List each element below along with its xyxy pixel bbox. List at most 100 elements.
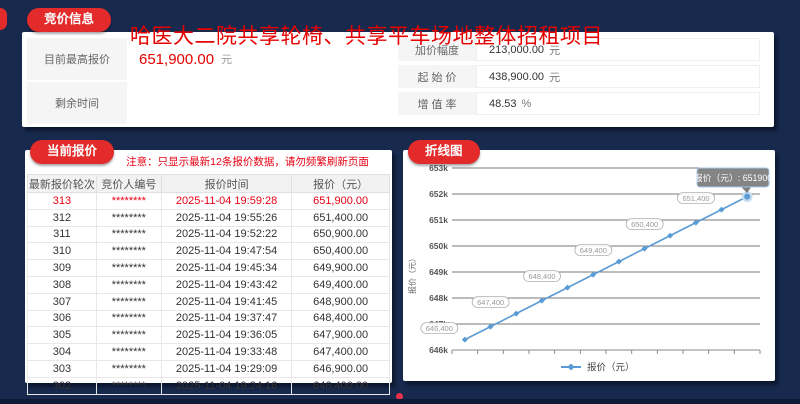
table-cell: ******** <box>96 276 161 293</box>
y-tick-label: 653k <box>429 163 448 173</box>
current-bids-panel: 当前报价 注意：只显示最新12条报价数据，请勿频繁刷新页面 最新报价轮次 竞价人… <box>25 150 392 383</box>
left-edge-accent <box>0 8 7 30</box>
table-cell: ******** <box>96 193 161 210</box>
table-cell: 651,400.00 <box>292 209 390 226</box>
table-cell: ******** <box>96 327 161 344</box>
bids-table: 最新报价轮次 竞价人编号 报价时间 报价（元） 313********2025-… <box>27 174 390 395</box>
table-cell: 308 <box>28 276 97 293</box>
table-row: 303********2025-11-04 19:29:09646,900.00 <box>28 360 390 377</box>
table-cell: 647,400.00 <box>292 344 390 361</box>
start-price-label: 起 始 价 <box>398 65 476 88</box>
highlighted-data-point[interactable] <box>743 192 751 200</box>
table-row: 312********2025-11-04 19:55:26651,400.00 <box>28 209 390 226</box>
y-tick-label: 648k <box>429 293 448 303</box>
y-tick-label: 646k <box>429 345 448 355</box>
y-axis-title: 报价（元） <box>407 254 417 294</box>
table-cell: 302 <box>28 377 97 394</box>
table-cell: ******** <box>96 243 161 260</box>
table-cell: 309 <box>28 260 97 277</box>
data-point-diamond[interactable] <box>667 233 673 239</box>
table-cell: 2025-11-04 19:55:26 <box>161 209 291 226</box>
data-point-diamond[interactable] <box>513 311 519 317</box>
appreciation-rate-label: 增 值 率 <box>398 92 476 115</box>
table-row: 302********2025-11-04 19:24:16646,400.00 <box>28 377 390 394</box>
y-tick-label: 651k <box>429 215 448 225</box>
bids-table-header: 最新报价轮次 竞价人编号 报价时间 报价（元） <box>28 175 390 193</box>
bid-info-left: 目前最高报价 651,900.00 元 剩余时间 <box>27 38 399 126</box>
table-row: 313********2025-11-04 19:59:28651,900.00 <box>28 193 390 210</box>
table-cell: 2025-11-04 19:52:22 <box>161 226 291 243</box>
table-cell: 650,900.00 <box>292 226 390 243</box>
appreciation-rate-unit: % <box>522 98 532 110</box>
table-cell: 650,400.00 <box>292 243 390 260</box>
data-point-diamond[interactable] <box>565 285 571 291</box>
tab-bid-info[interactable]: 竞价信息 <box>27 8 111 32</box>
table-cell: 312 <box>28 209 97 226</box>
appreciation-rate-value: 48.53 <box>489 98 517 110</box>
table-cell: ******** <box>96 377 161 394</box>
table-cell: ******** <box>96 226 161 243</box>
table-cell: 2025-11-04 19:29:09 <box>161 360 291 377</box>
table-cell: 306 <box>28 310 97 327</box>
data-point-diamond[interactable] <box>719 207 725 213</box>
table-row: 309********2025-11-04 19:45:34649,900.00 <box>28 260 390 277</box>
data-point-diamond[interactable] <box>616 259 622 265</box>
table-cell: ******** <box>96 209 161 226</box>
table-cell: ******** <box>96 360 161 377</box>
table-row: 304********2025-11-04 19:33:48647,400.00 <box>28 344 390 361</box>
data-point-label: 648,400 <box>528 272 555 281</box>
col-time: 报价时间 <box>161 175 291 193</box>
data-point-label: 646,400 <box>426 324 453 333</box>
highest-bid-value: 651,900.00 <box>139 51 214 68</box>
table-row: 308********2025-11-04 19:43:42649,400.00 <box>28 276 390 293</box>
table-cell: ******** <box>96 293 161 310</box>
table-cell: 646,400.00 <box>292 377 390 394</box>
table-cell: 305 <box>28 327 97 344</box>
tab-current-bids[interactable]: 当前报价 <box>30 140 114 164</box>
table-cell: 2025-11-04 19:47:54 <box>161 243 291 260</box>
line-chart-svg[interactable]: 646k647k648k649k650k651k652k653k报价（元）646… <box>403 162 775 380</box>
table-cell: 311 <box>28 226 97 243</box>
table-cell: 303 <box>28 360 97 377</box>
tooltip-text: 报价（元）: 651900 <box>694 172 772 183</box>
col-price: 报价（元） <box>292 175 390 193</box>
table-cell: 648,900.00 <box>292 293 390 310</box>
refresh-notice: 注意：只显示最新12条报价数据，请勿频繁刷新页面 <box>103 154 392 169</box>
table-cell: 2025-11-04 19:36:05 <box>161 327 291 344</box>
table-cell: 2025-11-04 19:41:45 <box>161 293 291 310</box>
table-cell: 2025-11-04 19:24:16 <box>161 377 291 394</box>
y-tick-label: 649k <box>429 267 448 277</box>
col-bidder: 竞价人编号 <box>96 175 161 193</box>
table-cell: 648,400.00 <box>292 310 390 327</box>
table-row: 311********2025-11-04 19:52:22650,900.00 <box>28 226 390 243</box>
bid-line <box>465 197 747 340</box>
table-cell: 304 <box>28 344 97 361</box>
bids-table-body: 313********2025-11-04 19:59:28651,900.00… <box>28 193 390 395</box>
table-cell: 2025-11-04 19:45:34 <box>161 260 291 277</box>
table-cell: 649,400.00 <box>292 276 390 293</box>
project-title: 哈医大二院共享轮椅、共享平车场地整体招租项目 <box>130 20 603 50</box>
legend-label[interactable]: 报价（元） <box>587 362 635 374</box>
appreciation-rate-row: 增 值 率 48.53 % <box>398 92 760 115</box>
remaining-time-label: 剩余时间 <box>27 82 127 124</box>
data-point-label: 649,400 <box>580 246 607 255</box>
table-cell: ******** <box>96 344 161 361</box>
data-point-label: 647,400 <box>477 298 504 307</box>
data-point-diamond[interactable] <box>462 337 468 343</box>
legend-marker-icon[interactable] <box>568 364 575 371</box>
footer-strip <box>0 399 800 404</box>
y-tick-label: 650k <box>429 241 448 251</box>
table-row: 305********2025-11-04 19:36:05647,900.00 <box>28 327 390 344</box>
highest-bid-label: 目前最高报价 <box>27 38 127 80</box>
table-cell: 649,900.00 <box>292 260 390 277</box>
tab-line-chart[interactable]: 折线图 <box>408 140 480 164</box>
table-cell: 307 <box>28 293 97 310</box>
table-cell: 2025-11-04 19:43:42 <box>161 276 291 293</box>
y-tick-label: 652k <box>429 189 448 199</box>
table-cell: ******** <box>96 260 161 277</box>
remaining-time-row: 剩余时间 <box>27 82 399 124</box>
table-cell: 647,900.00 <box>292 327 390 344</box>
table-cell: 2025-11-04 19:59:28 <box>161 193 291 210</box>
table-row: 310********2025-11-04 19:47:54650,400.00 <box>28 243 390 260</box>
highest-bid-unit: 元 <box>221 51 232 67</box>
